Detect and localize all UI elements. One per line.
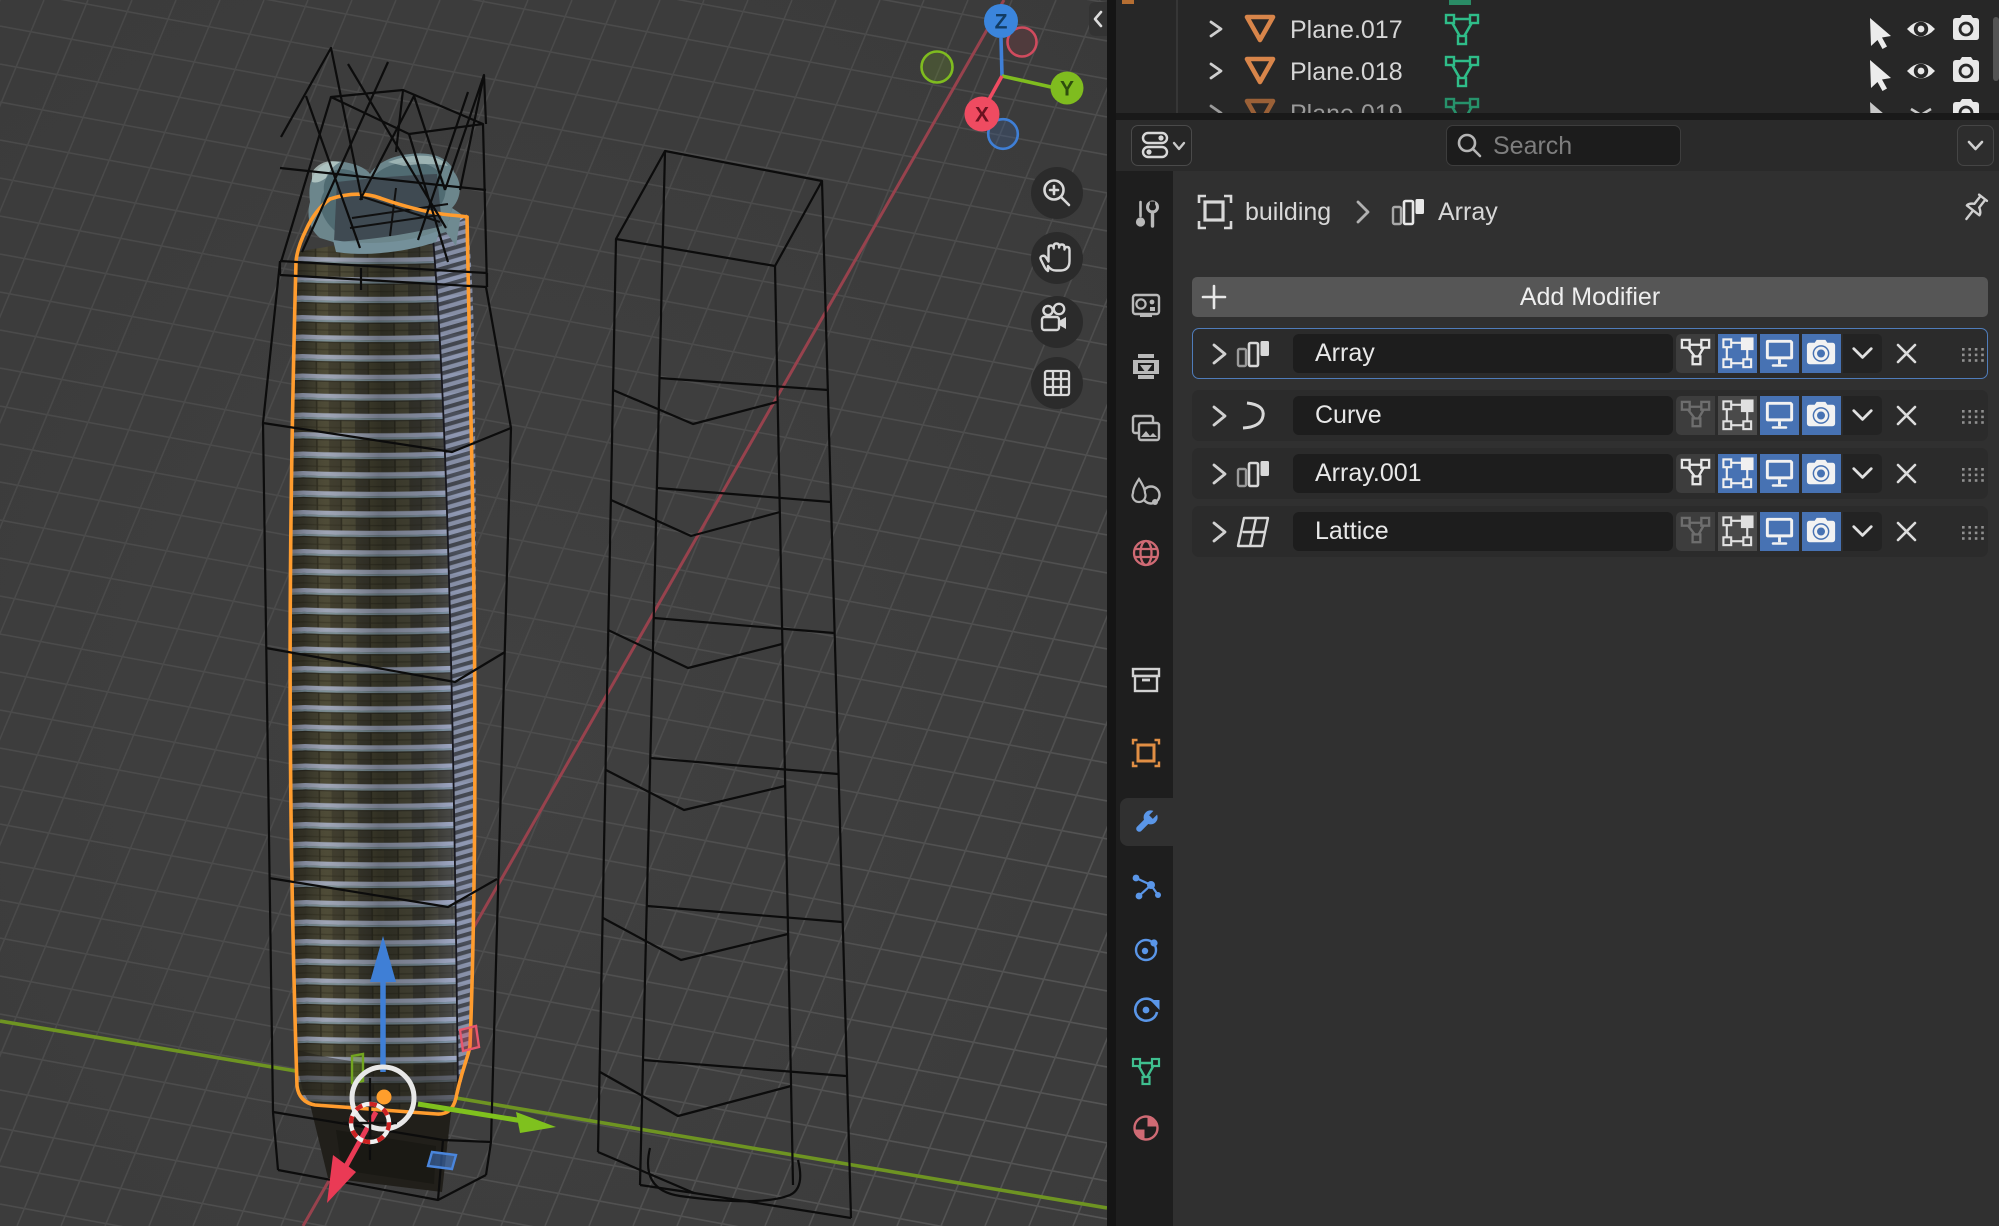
svg-text:Z: Z <box>995 11 1008 34</box>
svg-text:Y: Y <box>1060 78 1074 101</box>
svg-text:Plane.019: Plane.019 <box>1290 100 1403 113</box>
svg-text:X: X <box>975 104 989 127</box>
svg-text:Plane.017: Plane.017 <box>1290 16 1403 44</box>
svg-text:Plane.018: Plane.018 <box>1290 58 1403 86</box>
